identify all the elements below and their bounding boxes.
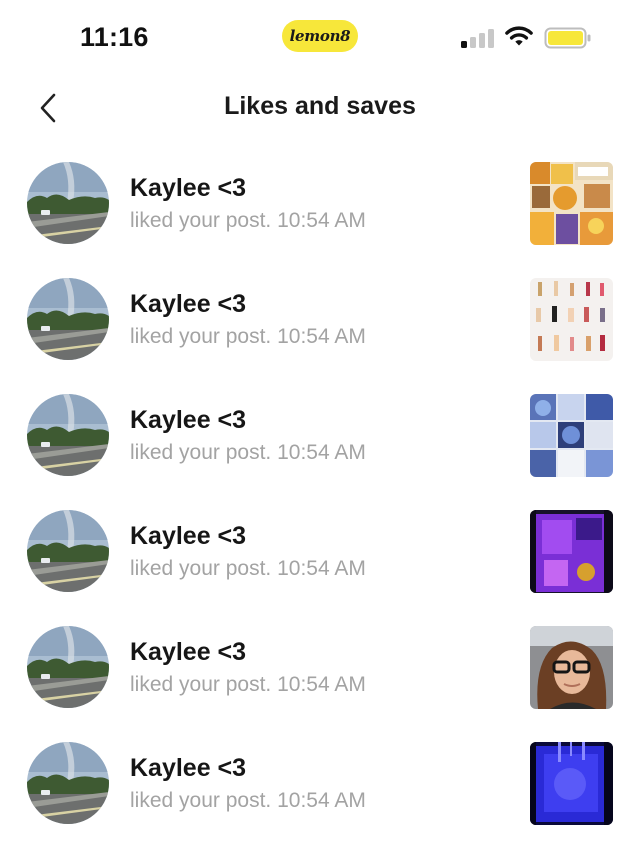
- action-text: liked your post.: [130, 325, 272, 348]
- avatar[interactable]: [27, 742, 109, 824]
- action-text: liked your post.: [130, 673, 272, 696]
- timestamp: 10:54 AM: [277, 557, 366, 580]
- action-text: liked your post.: [130, 441, 272, 464]
- user-name[interactable]: Kaylee <3: [130, 522, 246, 551]
- user-name[interactable]: Kaylee <3: [130, 174, 246, 203]
- action-text: liked your post.: [130, 209, 272, 232]
- activity-text: liked your post. 10:54 AM: [130, 325, 366, 349]
- notification-row[interactable]: Kaylee <3 liked your post. 10:54 AM: [0, 726, 640, 842]
- activity-text: liked your post. 10:54 AM: [130, 673, 366, 697]
- post-thumbnail[interactable]: [530, 394, 613, 477]
- post-thumbnail[interactable]: [530, 162, 613, 245]
- notification-row[interactable]: Kaylee <3 liked your post. 10:54 AM: [0, 262, 640, 378]
- status-bar: 11:16 lemon8: [0, 0, 640, 70]
- post-thumbnail[interactable]: [530, 742, 613, 825]
- avatar[interactable]: [27, 278, 109, 360]
- notification-row[interactable]: Kaylee <3 liked your post. 10:54 AM: [0, 146, 640, 262]
- cellular-signal-icon: [461, 29, 494, 48]
- avatar[interactable]: [27, 626, 109, 708]
- action-text: liked your post.: [130, 557, 272, 580]
- action-text: liked your post.: [130, 789, 272, 812]
- notification-row[interactable]: Kaylee <3 liked your post. 10:54 AM: [0, 610, 640, 726]
- post-thumbnail[interactable]: [530, 626, 613, 709]
- timestamp: 10:54 AM: [277, 441, 366, 464]
- timestamp: 10:54 AM: [277, 325, 366, 348]
- post-thumbnail[interactable]: [530, 510, 613, 593]
- page-title: Likes and saves: [224, 92, 416, 120]
- notification-list: Kaylee <3 liked your post. 10:54 AM Kayl…: [0, 146, 640, 842]
- header: Likes and saves: [0, 80, 640, 136]
- activity-text: liked your post. 10:54 AM: [130, 209, 366, 233]
- lemon8-app-badge[interactable]: lemon8: [282, 20, 358, 52]
- battery-icon: [544, 27, 591, 49]
- wifi-icon: [505, 26, 533, 46]
- post-thumbnail[interactable]: [530, 278, 613, 361]
- activity-text: liked your post. 10:54 AM: [130, 789, 366, 813]
- status-time: 11:16: [80, 22, 149, 52]
- user-name[interactable]: Kaylee <3: [130, 406, 246, 435]
- notification-row[interactable]: Kaylee <3 liked your post. 10:54 AM: [0, 378, 640, 494]
- activity-text: liked your post. 10:54 AM: [130, 557, 366, 581]
- avatar[interactable]: [27, 162, 109, 244]
- avatar[interactable]: [27, 394, 109, 476]
- user-name[interactable]: Kaylee <3: [130, 754, 246, 783]
- activity-text: liked your post. 10:54 AM: [130, 441, 366, 465]
- timestamp: 10:54 AM: [277, 209, 366, 232]
- avatar[interactable]: [27, 510, 109, 592]
- app-badge-label: lemon8: [289, 27, 351, 45]
- user-name[interactable]: Kaylee <3: [130, 290, 246, 319]
- user-name[interactable]: Kaylee <3: [130, 638, 246, 667]
- timestamp: 10:54 AM: [277, 789, 366, 812]
- timestamp: 10:54 AM: [277, 673, 366, 696]
- notification-row[interactable]: Kaylee <3 liked your post. 10:54 AM: [0, 494, 640, 610]
